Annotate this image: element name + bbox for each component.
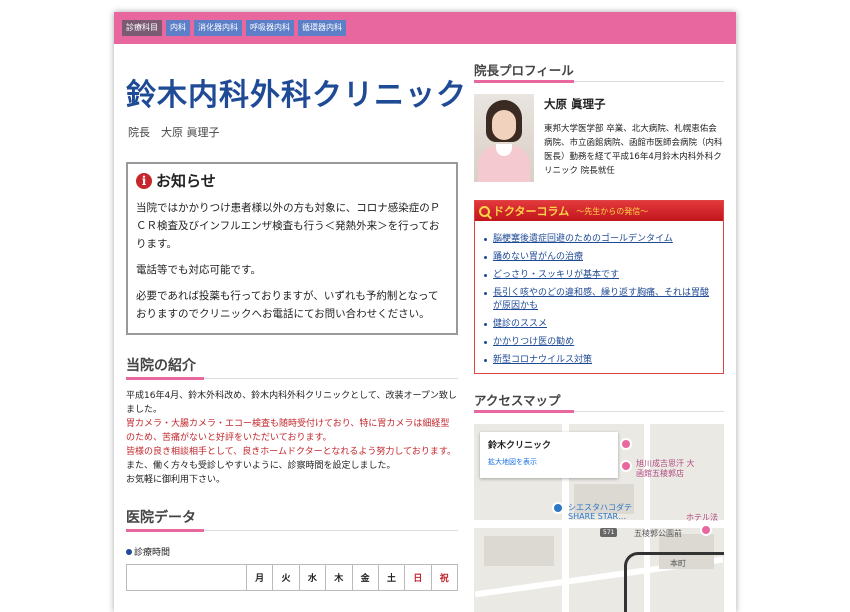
access-map[interactable]: 鈴木クリニック 拡大地図を表示 旭川成吉思汗 大 函館五稜郭店 シエスタハコダテ… [474,424,724,612]
list-item: 長引く咳やのどの違和感、繰り返す胸痛、それは胃酸が原因かも [483,287,715,313]
nav-tag-respiratory[interactable]: 呼吸器内科 [246,20,294,36]
list-item: 踊めない胃がんの治療 [483,251,715,264]
profile-card: 大原 眞理子 東邦大学医学部 卒業、北大病院、札幌恵佑会病院、市立函館病院、函館… [474,94,724,182]
hours-table: 月 火 水 木 金 土 日 祝 [126,564,459,591]
list-item: どっさり・スッキリが基本です [483,269,715,282]
list-item: 新型コロナウイルス対策 [483,354,715,367]
intro-title: 当院の紹介 [126,355,458,380]
map-label: 函館五稜郭店 [636,469,684,478]
map-pin-icon[interactable] [552,502,564,514]
column-link[interactable]: 脳梗塞後遺症回避のためのゴールデンタイム [493,234,673,244]
list-item: 脳梗塞後遺症回避のためのゴールデンタイム [483,233,715,246]
notice-paragraph: 当院ではかかりつけ患者様以外の方も対象に、コロナ感染症のＰＣＲ検査及びインフルエ… [136,202,441,250]
day-header: 金 [351,564,379,591]
hours-label-text: 診療時間 [134,548,171,558]
site-title[interactable]: 鈴木内科外科クリニック [126,70,466,114]
map-label: 五稜郭公園前 [634,529,682,538]
nav-tag-internal[interactable]: 内科 [166,20,190,36]
intro-line: 平成16年4月、鈴木外科改め、鈴木内科外科クリニックとして、改装オープン致しまし… [126,391,457,415]
nav-tag-specialties[interactable]: 診療科目 [122,20,162,36]
day-header: 月 [245,564,274,591]
profile-text: 大原 眞理子 東邦大学医学部 卒業、北大病院、札幌恵佑会病院、市立函館病院、函館… [544,94,724,182]
map-pin-icon[interactable] [620,438,632,450]
column-link[interactable]: どっさり・スッキリが基本です [493,270,619,280]
day-header: 水 [298,564,327,591]
info-icon: i [136,172,152,189]
map-info-card: 鈴木クリニック 拡大地図を表示 [480,432,618,478]
column-link[interactable]: 健診のススメ [493,319,547,329]
notice-header: i お知らせ [136,170,448,191]
notice-paragraph: 必要であれば投薬も行っておりますが、いずれも予約制となっておりますのでクリニック… [136,290,439,320]
map-place-name: 鈴木クリニック [488,441,552,451]
hours-label: 診療時間 [126,545,458,558]
column-link[interactable]: かかりつけ医の勧め [493,337,574,347]
profile-bio: 東邦大学医学部 卒業、北大病院、札幌恵佑会病院、市立函館病院、函館市医師会病院（… [544,124,723,176]
profile-name: 大原 眞理子 [544,97,606,111]
day-header: 土 [377,564,406,591]
hospital-data-title: 医院データ [126,507,458,532]
map-label: ホテル法 [686,513,718,522]
map-pin-icon[interactable] [620,460,632,472]
doctor-column-title: ドクターコラム [493,205,570,218]
doctor-column-subtitle: ～先生からの発信～ [576,206,649,216]
intro-line: お気軽に御利用下さい。 [126,475,226,485]
column-link[interactable]: 新型コロナウイルス対策 [493,355,592,365]
doctor-column-list: 脳梗塞後遺症回避のためのゴールデンタイム 踊めない胃がんの治療 どっさり・スッキ… [475,221,723,367]
column-link[interactable]: 踊めない胃がんの治療 [493,252,583,262]
table-corner-cell [126,564,247,591]
intro-text: 平成16年4月、鈴木外科改め、鈴木内科外科クリニックとして、改装オープン致しまし… [126,389,458,487]
bullet-icon [126,548,132,555]
map-pin-icon[interactable] [700,524,712,536]
intro-line-highlight: 胃カメラ・大腸カメラ・エコー検査も随時受付けており、特に胃カメラは細経型のため、… [126,419,450,443]
day-header: 日 [404,564,432,591]
day-header: 火 [272,564,300,591]
intro-line-highlight: 皆様の良き相談相手として、良きホームドクターとなれるよう努力しております。 [126,447,456,457]
map-label: 本町 [670,559,686,568]
intro-line: また、働く方々も受診しやすいように、診察時間を設定しました。 [126,461,396,471]
route-badge: 571 [600,528,618,537]
notice-title: お知らせ [156,172,216,190]
doctor-column-box: ドクターコラム ～先生からの発信～ 脳梗塞後遺症回避のためのゴールデンタイム 踊… [474,200,724,374]
list-item: かかりつけ医の勧め [483,336,715,349]
magnifier-icon [479,205,490,217]
director-photo [474,94,534,182]
access-title: アクセスマップ [474,390,724,413]
notice-paragraph: 電話等でも対応可能です。 [136,264,261,276]
sidebar: 院長プロフィール 大原 眞理子 東邦大学医学部 卒業、北大病院、札幌恵佑会病院、… [474,44,724,612]
notice-box: i お知らせ 当院ではかかりつけ患者様以外の方も対象に、コロナ感染症のＰＣＲ検査… [126,162,458,335]
director-name: 院長 大原 眞理子 [128,126,220,139]
map-label: SHARE STAR… [568,512,627,521]
map-enlarge-link[interactable]: 拡大地図を表示 [488,457,610,467]
main-column: 鈴木内科外科クリニック 院長 大原 眞理子 i お知らせ 当院ではかかりつけ患者… [126,44,466,591]
profile-title: 院長プロフィール [474,60,724,83]
nav-tag-cardio[interactable]: 循環器内科 [298,20,346,36]
column-link[interactable]: 長引く咳やのどの違和感、繰り返す胸痛、それは胃酸が原因かも [493,288,709,311]
list-item: 健診のススメ [483,318,715,331]
top-nav: 診療科目 内科 消化器内科 呼吸器内科 循環器内科 [114,12,736,44]
day-header: 祝 [430,564,459,591]
day-header: 木 [325,564,353,591]
table-row: 月 火 水 木 金 土 日 祝 [126,564,459,591]
page-container: 診療科目 内科 消化器内科 呼吸器内科 循環器内科 鈴木内科外科クリニック 院長… [114,12,736,612]
doctor-column-header: ドクターコラム ～先生からの発信～ [475,201,723,221]
nav-tag-gastro[interactable]: 消化器内科 [194,20,242,36]
